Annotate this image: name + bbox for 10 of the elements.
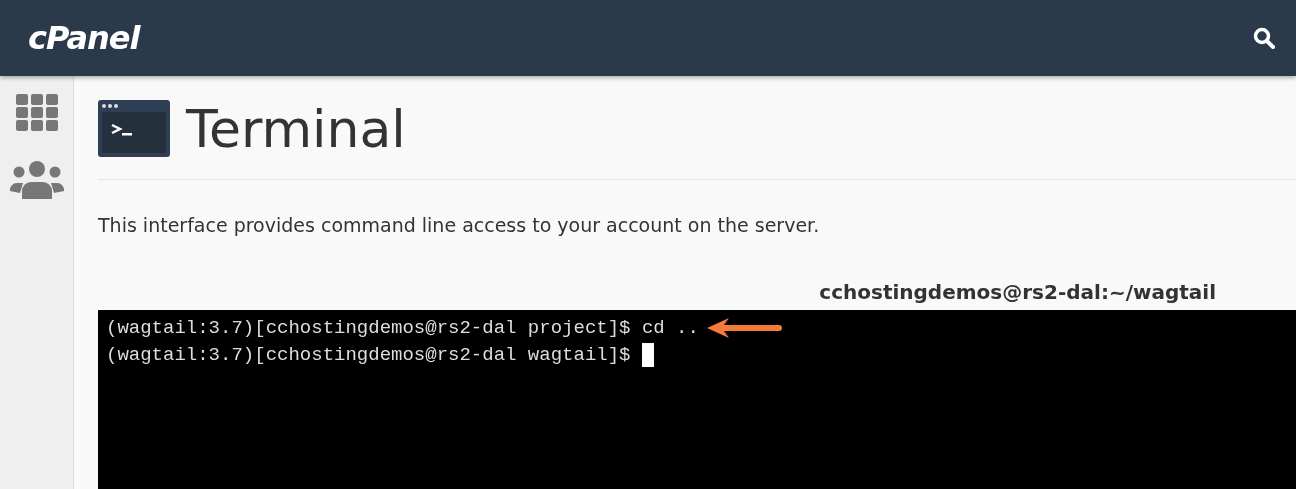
terminal-title: cchostingdemos@rs2-dal:~/wagtail (819, 280, 1216, 304)
terminal-line: (wagtail:3.7)[cchostingdemos@rs2-dal project]$ cd .. (106, 316, 699, 339)
terminal-line: (wagtail:3.7)[cchostingdemos@rs2-dal wagtail]$ (106, 343, 632, 366)
terminal-icon (98, 100, 170, 157)
users-icon[interactable] (9, 161, 64, 199)
grid-icon[interactable] (15, 94, 58, 131)
description: This interface provides command line access to your account on the server. (98, 214, 821, 236)
page-title: Terminal (186, 98, 406, 159)
logo[interactable]: cPanel (28, 19, 140, 57)
search-icon[interactable] (1253, 27, 1275, 49)
